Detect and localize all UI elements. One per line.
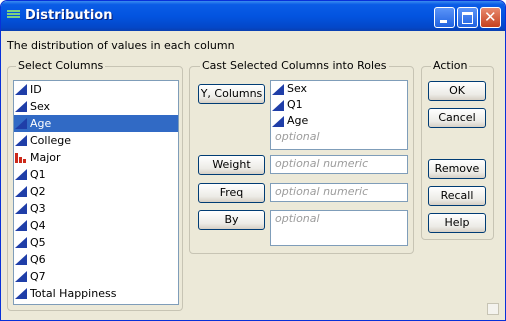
close-button[interactable]: ✕	[480, 7, 501, 28]
column-item[interactable]: Q1	[14, 166, 178, 183]
y-columns-button[interactable]: Y, Columns	[198, 84, 265, 104]
column-item-label: Sex	[30, 100, 51, 113]
column-item[interactable]: Q6	[14, 251, 178, 268]
column-item[interactable]: Age	[14, 115, 178, 132]
maximize-icon	[462, 12, 473, 24]
recall-button[interactable]: Recall	[428, 186, 486, 206]
continuous-icon	[15, 186, 27, 197]
cast-roles-group: Cast Selected Columns into Roles Y, Colu…	[189, 59, 414, 254]
close-icon: ✕	[484, 8, 497, 26]
action-label: Action	[431, 59, 470, 72]
by-button[interactable]: By	[198, 210, 265, 230]
column-item-label: Q4	[30, 219, 46, 232]
column-item[interactable]: Sex	[14, 98, 178, 115]
weight-field[interactable]: optional numeric	[270, 155, 408, 174]
freq-placeholder: optional numeric	[275, 185, 369, 198]
y-column-item[interactable]: Age	[271, 113, 407, 129]
continuous-icon	[15, 118, 27, 129]
remove-button[interactable]: Remove	[428, 159, 486, 179]
continuous-icon	[15, 169, 27, 180]
distribution-dialog: Distribution ✕ The distribution of value…	[0, 0, 506, 321]
continuous-icon	[272, 84, 284, 95]
cancel-button[interactable]: Cancel	[428, 108, 486, 128]
column-item-label: ID	[30, 83, 42, 96]
column-item[interactable]: Major	[14, 149, 178, 166]
freq-field[interactable]: optional numeric	[270, 183, 408, 202]
continuous-icon	[15, 135, 27, 146]
select-columns-label: Select Columns	[16, 59, 106, 72]
y-column-item[interactable]: Sex	[271, 81, 407, 97]
continuous-icon	[15, 203, 27, 214]
title-bar[interactable]: Distribution ✕	[1, 1, 505, 31]
by-placeholder: optional	[275, 212, 320, 225]
distribution-app-icon	[7, 10, 20, 21]
dialog-description: The distribution of values in each colum…	[7, 39, 235, 52]
column-item-label: Q6	[30, 253, 46, 266]
y-column-item-label: Age	[287, 114, 309, 127]
window-title: Distribution	[25, 8, 113, 23]
column-item[interactable]: ID	[14, 81, 178, 98]
y-column-item-label: Sex	[287, 82, 308, 95]
continuous-icon	[272, 116, 284, 127]
column-item[interactable]: Q2	[14, 183, 178, 200]
column-item-label: Total Happiness	[30, 287, 117, 300]
continuous-icon	[15, 220, 27, 231]
maximize-button[interactable]	[457, 7, 478, 28]
continuous-icon	[15, 288, 27, 299]
resize-grip[interactable]	[487, 303, 499, 315]
column-list[interactable]: ID Sex Age College Major Q1 Q2 Q3 Q4 Q5 Q6 Q7 Total …	[13, 80, 179, 305]
column-item-label: Q2	[30, 185, 46, 198]
ok-button[interactable]: OK	[428, 81, 486, 101]
y-columns-placeholder: optional	[275, 130, 320, 143]
weight-button[interactable]: Weight	[198, 155, 265, 175]
column-item[interactable]: Q4	[14, 217, 178, 234]
column-item[interactable]: Total Happiness	[14, 285, 178, 302]
freq-button[interactable]: Freq	[198, 183, 265, 203]
column-item-label: Age	[30, 117, 52, 130]
cast-roles-label: Cast Selected Columns into Roles	[200, 59, 389, 72]
continuous-icon	[272, 100, 284, 111]
column-item-label: Major	[30, 151, 61, 164]
minimize-button[interactable]	[434, 7, 455, 28]
column-item[interactable]: Q3	[14, 200, 178, 217]
column-item-label: Q3	[30, 202, 46, 215]
continuous-icon	[15, 84, 27, 95]
column-item[interactable]: Q5	[14, 234, 178, 251]
column-item-label: College	[30, 134, 72, 147]
y-column-item-label: Q1	[287, 98, 303, 111]
y-column-item[interactable]: Q1	[271, 97, 407, 113]
continuous-icon	[15, 101, 27, 112]
column-item-label: Q7	[30, 270, 46, 283]
minimize-icon	[440, 20, 447, 23]
continuous-icon	[15, 254, 27, 265]
continuous-icon	[15, 237, 27, 248]
continuous-icon	[15, 271, 27, 282]
column-item[interactable]: College	[14, 132, 178, 149]
select-columns-group: Select Columns ID Sex Age College Major Q1 Q2 Q…	[7, 59, 183, 311]
column-item-label: Q5	[30, 236, 46, 249]
nominal-icon	[15, 153, 26, 163]
help-button[interactable]: Help	[428, 213, 486, 233]
y-columns-list[interactable]: Sex Q1 Age optional	[270, 80, 408, 150]
column-item-label: Q1	[30, 168, 46, 181]
column-item[interactable]: Q7	[14, 268, 178, 285]
weight-placeholder: optional numeric	[275, 157, 369, 170]
action-group: Action OK Cancel Remove Recall Help	[421, 59, 494, 240]
by-field[interactable]: optional	[270, 210, 408, 246]
